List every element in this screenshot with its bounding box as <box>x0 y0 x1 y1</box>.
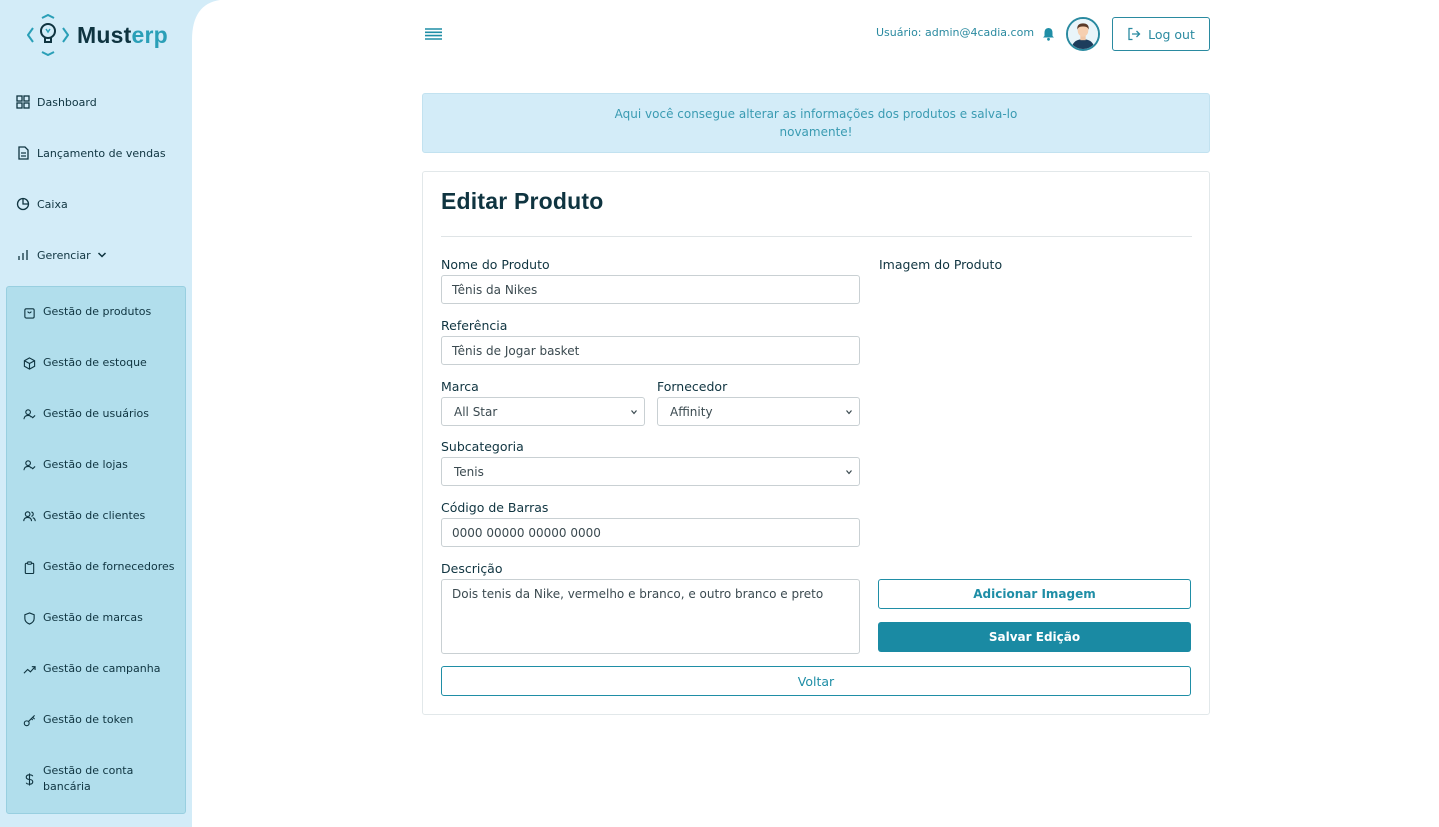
shopping-bag-icon <box>22 304 36 320</box>
sidebar-item-caixa[interactable]: Caixa <box>16 192 68 216</box>
reference-label: Referência <box>441 318 508 333</box>
sidebar-item-dashboard[interactable]: Dashboard <box>16 90 97 114</box>
supplier-select[interactable]: Affinity <box>657 397 860 426</box>
shield-icon <box>22 610 36 626</box>
bar-chart-icon <box>16 248 30 262</box>
submenu-item-token[interactable]: Gestão de token <box>22 712 133 728</box>
box-icon <box>22 355 36 371</box>
users-icon <box>22 508 36 524</box>
clipboard-icon <box>22 559 36 575</box>
product-name-input[interactable]: Tênis da Nikes <box>441 275 860 304</box>
user-avatar-icon <box>1068 19 1098 49</box>
sidebar-item-gerenciar[interactable]: Gerenciar <box>16 243 107 267</box>
submenu-item-fornecedores[interactable]: Gestão de fornecedores <box>22 559 175 575</box>
user-check-icon <box>22 457 36 473</box>
chevron-down-icon <box>97 252 106 258</box>
info-banner: Aqui você consegue alterar as informaçõe… <box>422 93 1210 153</box>
grid-icon <box>16 95 30 109</box>
sidebar-item-vendas[interactable]: Lançamento de vendas <box>16 141 166 165</box>
sidebar-item-label: Gerenciar <box>37 248 91 262</box>
submenu-item-usuarios[interactable]: Gestão de usuários <box>22 406 149 422</box>
key-icon <box>22 712 36 728</box>
document-icon <box>16 146 30 160</box>
sidebar-item-label: Lançamento de vendas <box>37 146 166 160</box>
dollar-icon <box>22 763 36 795</box>
save-edit-button[interactable]: Salvar Edição <box>878 622 1191 652</box>
submenu-item-clientes[interactable]: Gestão de clientes <box>22 508 145 524</box>
supplier-label: Fornecedor <box>657 379 728 394</box>
trending-up-icon <box>22 661 36 677</box>
add-image-button[interactable]: Adicionar Imagem <box>878 579 1191 609</box>
user-email-label: Usuário: admin@4cadia.com <box>876 26 1035 39</box>
submenu-item-label: Gestão de token <box>43 713 134 726</box>
brand-label: Marca <box>441 379 479 394</box>
avatar[interactable] <box>1066 17 1100 51</box>
submenu-item-label: Gestão de campanha <box>43 662 161 675</box>
brand-name: Musterp <box>77 21 168 48</box>
submenu-item-marcas[interactable]: Gestão de marcas <box>22 610 143 626</box>
sidebar-item-label: Caixa <box>37 197 68 211</box>
bell-icon[interactable] <box>1042 27 1055 41</box>
brand-select-value: All Star <box>454 404 498 419</box>
submenu-item-campanha[interactable]: Gestão de campanha <box>22 661 160 677</box>
logout-label: Log out <box>1148 26 1195 42</box>
submenu-item-lojas[interactable]: Gestão de lojas <box>22 457 128 473</box>
submenu-item-label: Gestão de fornecedores <box>43 560 175 573</box>
brand-select[interactable]: All Star <box>441 397 645 426</box>
title-divider <box>441 236 1192 237</box>
gerenciar-submenu: Gestão de produtos Gestão de estoque Ges… <box>6 286 186 814</box>
submenu-item-label: Gestão de marcas <box>43 611 143 624</box>
subcategory-label: Subcategoria <box>441 439 524 454</box>
logout-icon <box>1128 27 1141 41</box>
brand-logo[interactable]: Musterp <box>27 14 168 56</box>
description-textarea[interactable]: Dois tenis da Nike, vermelho e branco, e… <box>441 579 860 654</box>
image-label: Imagem do Produto <box>879 257 1003 272</box>
submenu-item-produtos[interactable]: Gestão de produtos <box>22 304 151 320</box>
barcode-label: Código de Barras <box>441 500 549 515</box>
sidebar-item-label: Dashboard <box>37 95 97 109</box>
submenu-item-label: Gestão de estoque <box>43 356 147 369</box>
subcategory-select[interactable]: Tenis <box>441 457 860 486</box>
lightbulb-logo-icon <box>27 14 69 56</box>
page-title: Editar Produto <box>441 188 604 214</box>
submenu-item-estoque[interactable]: Gestão de estoque <box>22 355 147 371</box>
submenu-item-label: Gestão de produtos <box>43 305 152 318</box>
user-check-icon <box>22 406 36 422</box>
reference-input[interactable]: Tênis de Jogar basket <box>441 336 860 365</box>
product-name-label: Nome do Produto <box>441 257 550 272</box>
submenu-item-label: Gestão de conta bancária <box>43 764 134 793</box>
menu-toggle-icon[interactable] <box>425 27 442 41</box>
barcode-input[interactable]: 0000 00000 00000 0000 <box>441 518 860 547</box>
submenu-item-label: Gestão de clientes <box>43 509 146 522</box>
pie-chart-icon <box>16 197 30 211</box>
edit-product-card: Editar Produto Nome do Produto Tênis da … <box>422 171 1210 715</box>
description-label: Descrição <box>441 561 503 576</box>
logout-button[interactable]: Log out <box>1112 17 1210 51</box>
chevron-down-icon <box>846 470 852 475</box>
chevron-down-icon <box>846 410 852 415</box>
back-button[interactable]: Voltar <box>441 666 1191 696</box>
submenu-item-conta-bancaria[interactable]: Gestão de conta bancária <box>22 763 162 795</box>
submenu-item-label: Gestão de usuários <box>43 407 150 420</box>
subcategory-select-value: Tenis <box>454 464 484 479</box>
sidebar-curve <box>192 0 220 40</box>
chevron-down-icon <box>631 410 637 415</box>
info-banner-text: Aqui você consegue alterar as informaçõe… <box>614 107 1018 139</box>
submenu-item-label: Gestão de lojas <box>43 458 128 471</box>
supplier-select-value: Affinity <box>670 404 713 419</box>
